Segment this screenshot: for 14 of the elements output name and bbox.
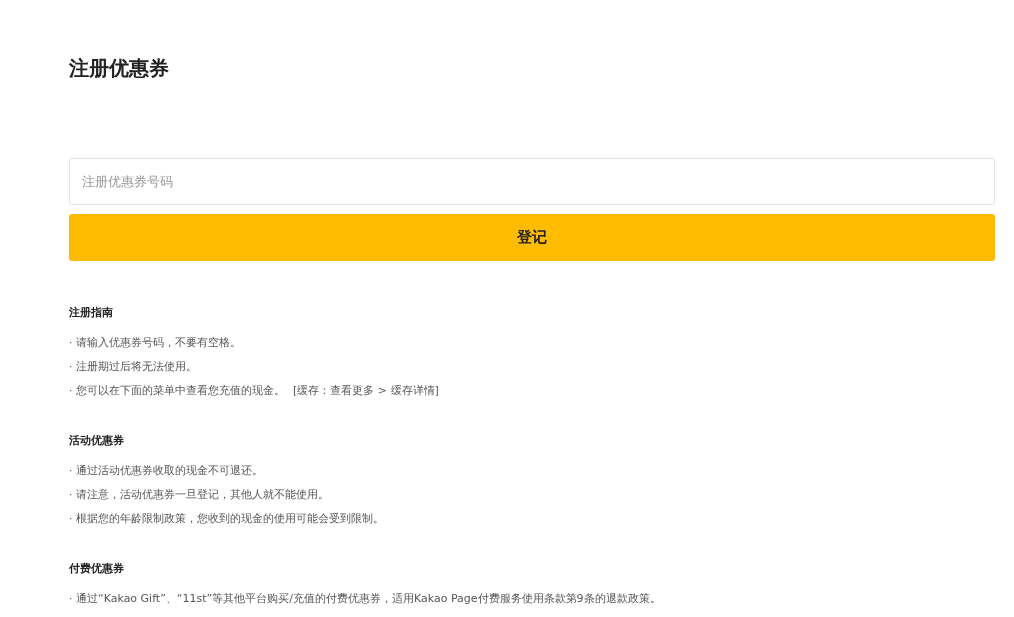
guide-text: · 根据您的年龄限制政策，您收到的现金的使用可能会受到限制。	[69, 511, 384, 527]
guide-text: · 通过“Kakao Gift”、“11st”等其他平台购买/充值的付费优惠券，适用Kakao Page付费服务使用条款第9条的退款政策。	[69, 591, 661, 607]
guide-text: · 请注意，活动优惠券一旦登记，其他人就不能使用。	[69, 487, 329, 503]
guide-text: · 请输入优惠券号码，不要有空格。	[69, 335, 241, 351]
guide-text: · 通过活动优惠券收取的现金不可退还。	[69, 463, 263, 479]
guide-note: [缓存：查看更多 > 缓存详情]	[292, 383, 439, 399]
section-heading: 活动优惠券	[69, 433, 124, 449]
register-button[interactable]: 登记	[69, 214, 995, 261]
coupon-code-field[interactable]: 注册优惠券号码	[69, 158, 995, 205]
page-title: 注册优惠券	[69, 55, 169, 82]
section-heading: 付费优惠券	[69, 561, 124, 577]
section-heading: 注册指南	[69, 305, 113, 321]
guide-text: · 您可以在下面的菜单中查看您充值的现金。	[69, 383, 285, 399]
guide-text: · 注册期过后将无法使用。	[69, 359, 197, 375]
